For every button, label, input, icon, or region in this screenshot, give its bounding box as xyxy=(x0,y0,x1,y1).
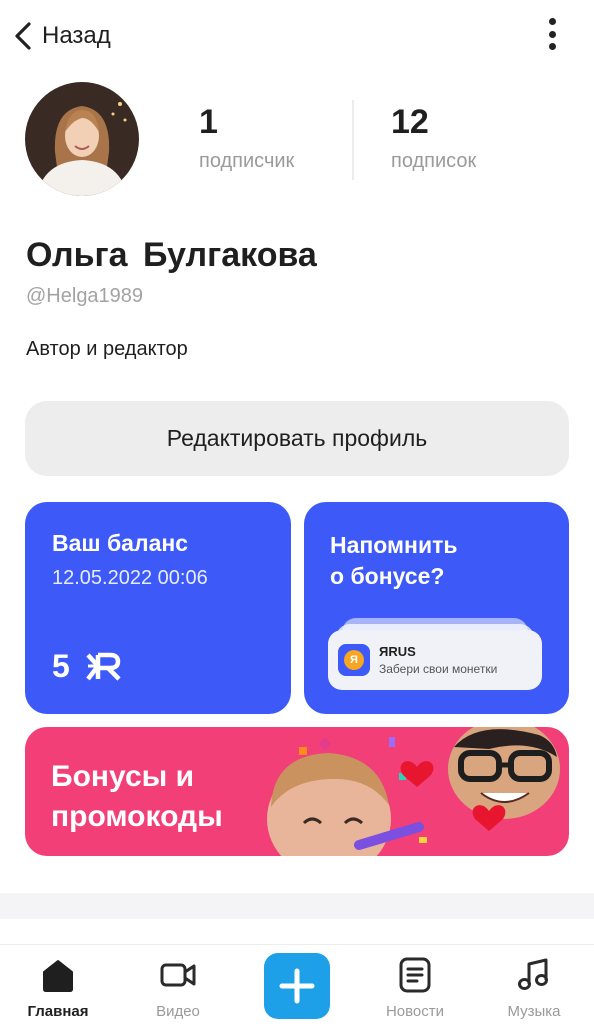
followers-stat[interactable]: 1 подписчик xyxy=(199,100,294,173)
followers-count: 1 xyxy=(199,103,218,141)
balance-date: 12.05.2022 00:06 xyxy=(52,567,208,589)
notification-text: Забери свои монетки xyxy=(379,662,498,676)
create-post-button[interactable] xyxy=(264,953,330,1019)
balance-amount-row: 5 xyxy=(52,648,124,685)
back-button[interactable]: Назад xyxy=(12,16,111,56)
back-label: Назад xyxy=(42,22,111,49)
bonus-reminder-card[interactable]: Напомнить о бонусе? Я ЯRUS Забери свои м… xyxy=(304,502,569,714)
promo-title-line2: промокоды xyxy=(51,800,223,833)
promo-title-line1: Бонусы и xyxy=(51,760,195,793)
tab-home[interactable]: Главная xyxy=(8,955,108,1020)
promo-title: Бонусы и промокоды xyxy=(51,757,223,837)
notification-app-name: ЯRUS xyxy=(379,644,416,659)
tab-news[interactable]: Новости xyxy=(365,955,465,1020)
bonuses-promo-banner[interactable]: Бонусы и промокоды xyxy=(25,727,569,856)
tab-news-label: Новости xyxy=(385,1003,445,1020)
following-count: 12 xyxy=(391,103,429,141)
memoji-illustration xyxy=(267,727,560,856)
video-camera-icon xyxy=(160,963,196,987)
following-stat[interactable]: 12 подписок xyxy=(391,100,476,173)
profile-name: Ольга Булгакова xyxy=(26,236,317,274)
reminder-title-line1: Напомнить xyxy=(330,532,458,558)
chevron-left-icon xyxy=(15,22,31,50)
notification-preview: Я ЯRUS Забери свои монетки xyxy=(328,630,542,690)
tab-video[interactable]: Видео xyxy=(128,955,228,1020)
balance-card[interactable]: Ваш баланс 12.05.2022 00:06 5 xyxy=(25,502,291,714)
balance-amount: 5 xyxy=(52,648,70,684)
section-divider xyxy=(0,893,594,919)
reminder-title-line2: о бонусе? xyxy=(330,563,445,589)
avatar[interactable] xyxy=(25,82,139,196)
news-icon xyxy=(399,957,431,993)
music-note-icon xyxy=(518,958,548,990)
stats-divider xyxy=(352,100,354,180)
edit-profile-button[interactable]: Редактировать профиль xyxy=(25,401,569,476)
tab-video-label: Видео xyxy=(156,1003,200,1020)
bottom-tab-bar: Главная Видео Новости Музыка xyxy=(0,944,594,1024)
reminder-title: Напомнить о бонусе? xyxy=(330,530,458,592)
home-icon xyxy=(43,960,73,992)
profile-bio: Автор и редактор xyxy=(26,338,188,360)
followers-label: подписчик xyxy=(199,150,295,172)
more-options-icon[interactable] xyxy=(540,14,564,54)
plus-icon xyxy=(279,968,315,1004)
following-label: подписок xyxy=(391,150,477,172)
app-icon: Я xyxy=(338,644,370,676)
tab-music[interactable]: Музыка xyxy=(484,955,584,1020)
tab-music-label: Музыка xyxy=(507,1003,561,1020)
profile-handle: @Helga1989 xyxy=(26,285,144,307)
tab-home-label: Главная xyxy=(27,1003,89,1020)
balance-title: Ваш баланс xyxy=(52,530,189,556)
yarus-coin-icon xyxy=(86,652,121,681)
top-bar: Назад xyxy=(0,0,594,72)
